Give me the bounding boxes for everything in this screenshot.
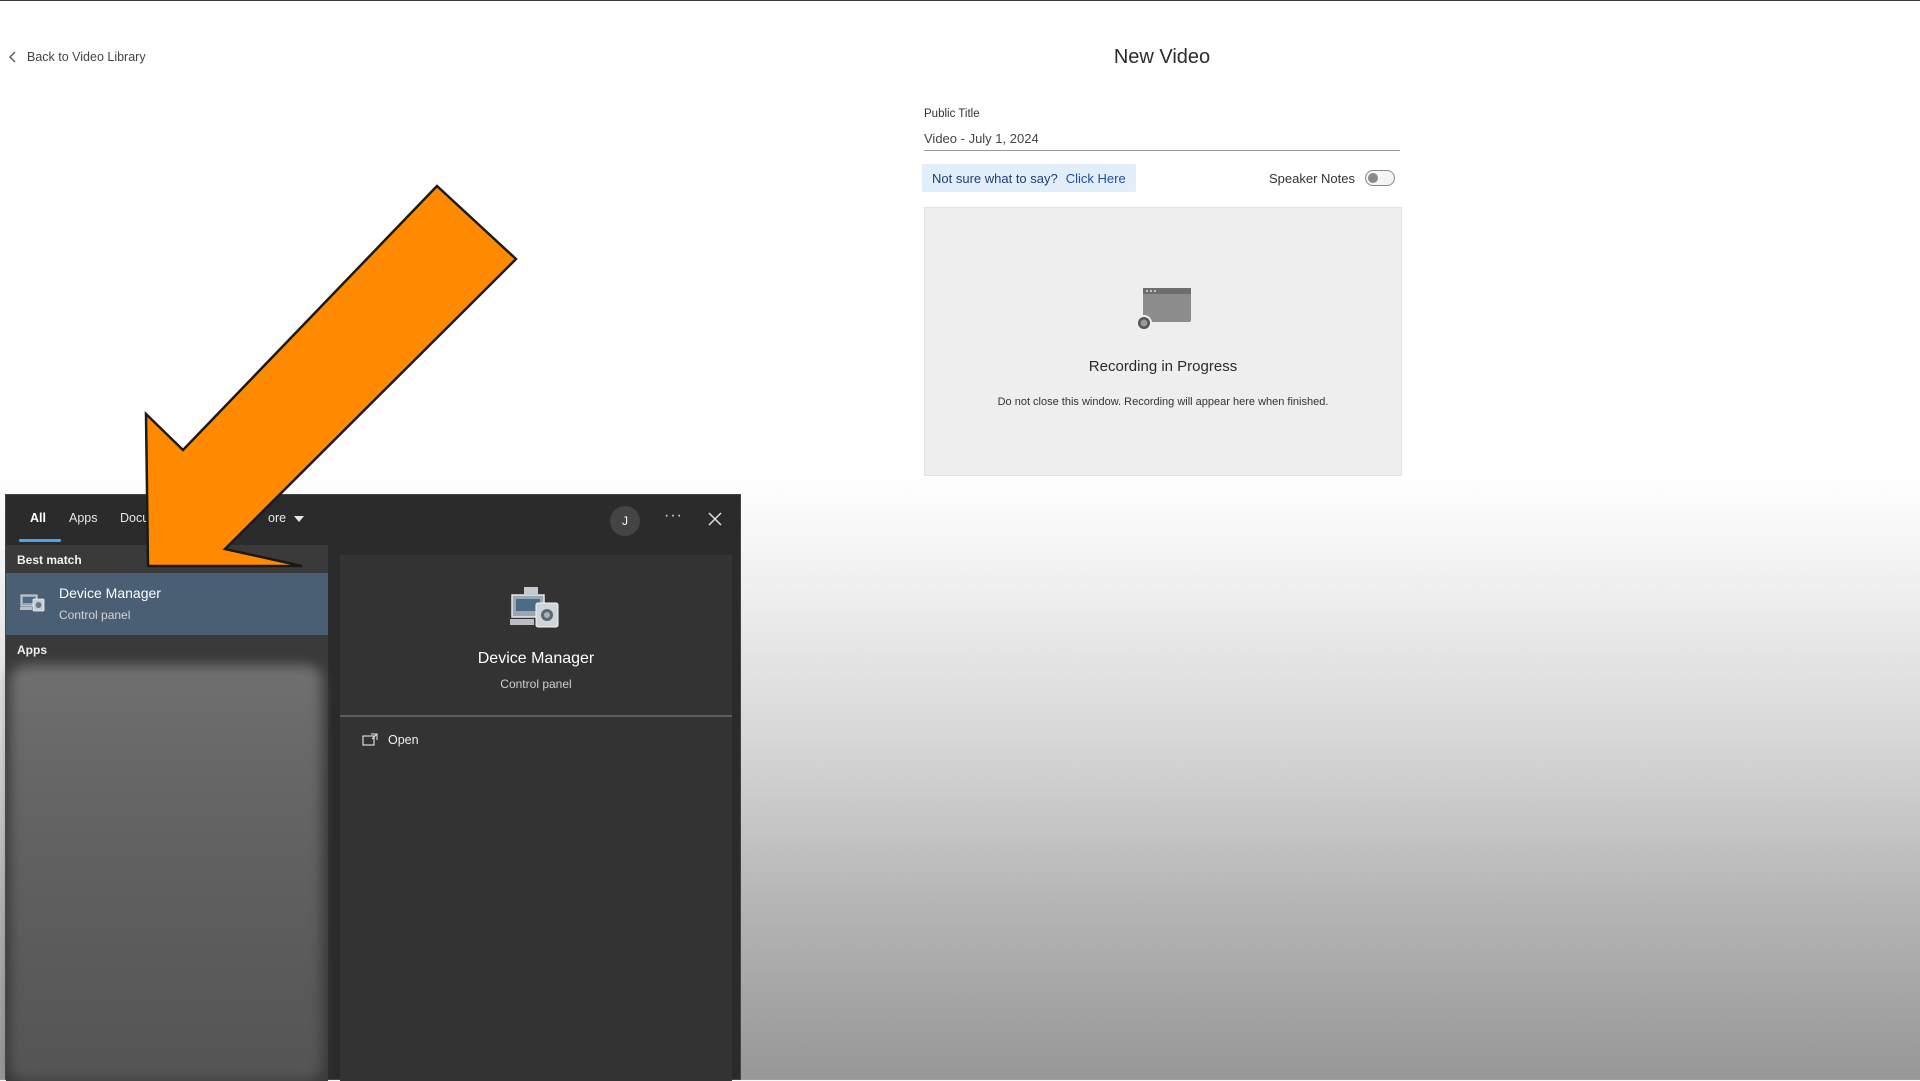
- tab-all[interactable]: All: [30, 511, 46, 525]
- page-title: New Video: [1113, 46, 1211, 68]
- windows-search-panel: All Apps Docu ore J ··· Best match Devic…: [5, 494, 741, 1081]
- window-top-border: [0, 0, 1920, 1]
- search-results-list: Best match Device Manager Control panel …: [6, 545, 328, 1081]
- hint-click-here-link[interactable]: Click Here: [1066, 171, 1126, 186]
- detail-name: Device Manager: [477, 650, 595, 667]
- best-match-type: Control panel: [59, 608, 131, 622]
- apps-heading: Apps: [17, 643, 47, 657]
- chevron-left-icon: [9, 51, 16, 63]
- script-hint-banner: Not sure what to say? Click Here: [922, 164, 1136, 192]
- close-icon[interactable]: [704, 508, 726, 530]
- open-window-icon: [362, 733, 378, 746]
- back-link-label: Back to Video Library: [27, 50, 146, 64]
- back-to-library-link[interactable]: Back to Video Library: [9, 50, 146, 64]
- toggle-knob: [1368, 173, 1378, 183]
- public-title-input[interactable]: [924, 128, 1400, 151]
- open-action[interactable]: Open: [362, 733, 419, 747]
- result-detail-pane: Device Manager Control panel Open: [340, 555, 732, 1081]
- recording-subtitle: Do not close this window. Recording will…: [997, 396, 1329, 408]
- speaker-notes-control: Speaker Notes: [1269, 170, 1395, 186]
- caret-down-icon: [293, 515, 304, 522]
- recording-panel: Recording in Progress Do not close this …: [924, 207, 1402, 476]
- speaker-notes-toggle[interactable]: [1365, 170, 1395, 186]
- public-title-label: Public Title: [924, 108, 980, 120]
- more-options-icon[interactable]: ···: [664, 507, 683, 525]
- speaker-notes-label: Speaker Notes: [1269, 170, 1355, 186]
- tab-documents[interactable]: Docu: [120, 511, 149, 525]
- device-manager-large-icon: [510, 587, 559, 628]
- detail-divider: [340, 715, 732, 717]
- blurred-app-results: [10, 665, 322, 1081]
- tab-apps[interactable]: Apps: [69, 511, 98, 525]
- tab-more[interactable]: ore: [268, 511, 304, 525]
- screen-recording-icon: [1136, 288, 1191, 331]
- detail-type: Control panel: [500, 677, 572, 691]
- best-match-result[interactable]: Device Manager Control panel: [6, 573, 328, 635]
- device-manager-icon: [20, 594, 45, 612]
- tab-more-label: ore: [268, 511, 287, 525]
- open-label: Open: [388, 733, 419, 747]
- recording-title: Recording in Progress: [1088, 358, 1238, 375]
- best-match-heading: Best match: [17, 553, 82, 567]
- search-filter-tabs: All Apps Docu ore J ···: [6, 495, 740, 543]
- best-match-name: Device Manager: [59, 585, 161, 601]
- active-tab-indicator: [19, 539, 61, 542]
- hint-text: Not sure what to say?: [932, 170, 1058, 186]
- user-avatar[interactable]: J: [610, 506, 640, 536]
